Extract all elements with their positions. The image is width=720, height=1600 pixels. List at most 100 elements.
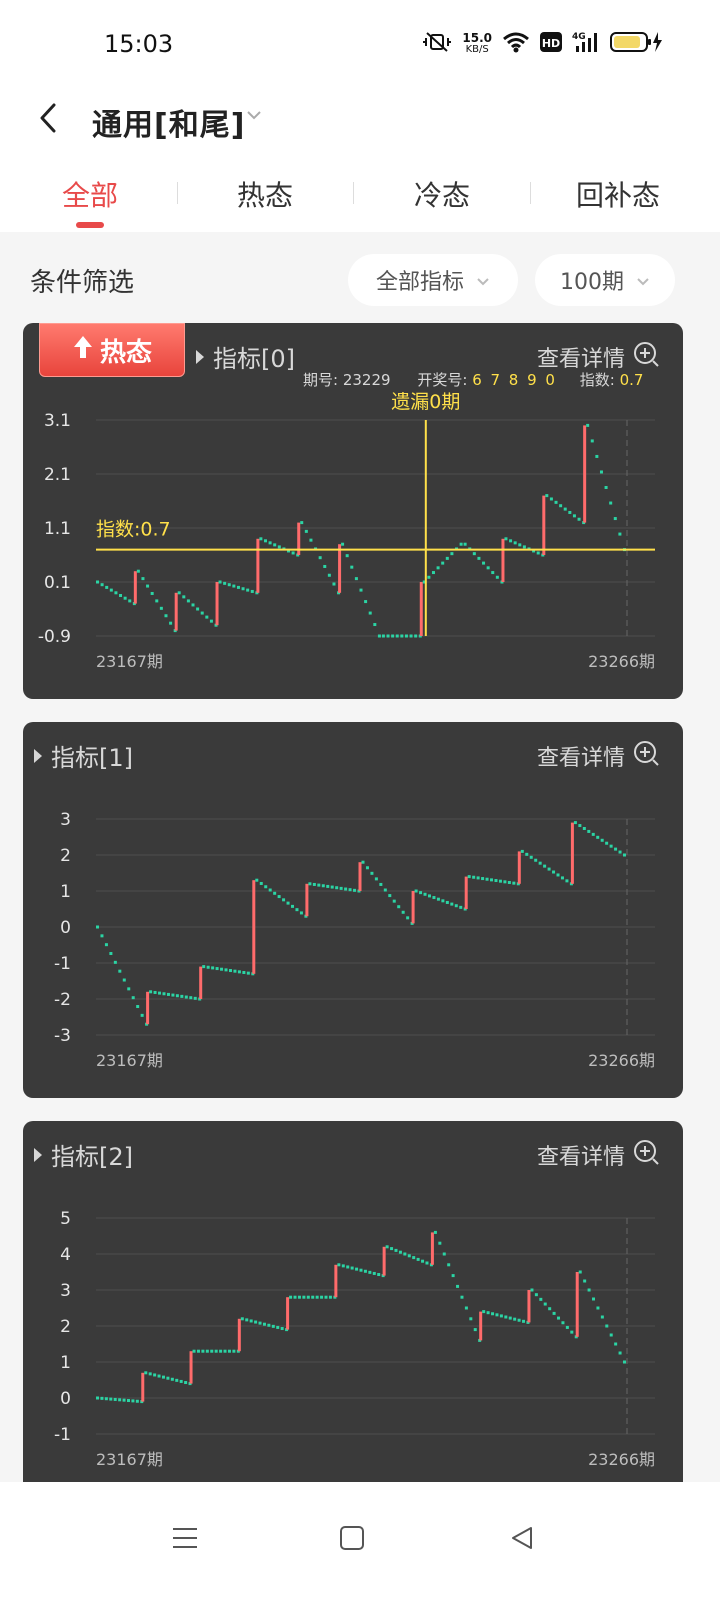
up-bar — [305, 883, 309, 917]
y-tick-label: 0 — [60, 1389, 71, 1409]
y-tick-label: 2 — [60, 1317, 71, 1337]
tab-rebound[interactable]: 回补态 — [528, 174, 708, 214]
step-dot — [509, 539, 513, 543]
panel-title[interactable]: 指标[0] — [195, 339, 295, 374]
step-dot — [136, 1005, 140, 1009]
step-dot — [335, 886, 339, 890]
step-dot — [100, 583, 104, 587]
step-dot — [361, 860, 365, 864]
step-dot — [595, 454, 599, 458]
step-dot — [549, 497, 553, 501]
back-button[interactable] — [28, 96, 68, 144]
y-tick-label: -1 — [54, 1425, 71, 1445]
up-bar — [146, 991, 150, 1025]
step-dot — [236, 585, 240, 589]
step-dot — [344, 887, 348, 891]
step-dot — [445, 556, 449, 560]
tab-all[interactable]: 全部 — [0, 174, 180, 214]
arrow-up-icon — [72, 334, 94, 367]
step-dot — [590, 439, 594, 443]
period-select[interactable]: 100期 — [535, 254, 675, 306]
chevron-down-icon[interactable] — [246, 106, 262, 125]
status-bar: 15:03 15.0 KB/S HD 4G — [0, 0, 720, 88]
tab-hot[interactable]: 热态 — [175, 174, 355, 214]
step-dot — [365, 866, 369, 870]
step-dot — [262, 1322, 266, 1326]
up-bar — [199, 966, 203, 999]
home-square-icon — [339, 1525, 365, 1555]
step-dot — [317, 883, 321, 887]
step-dot — [490, 878, 494, 882]
step-dot — [436, 897, 440, 901]
step-dot — [486, 1311, 490, 1315]
up-bar — [517, 851, 521, 884]
step-dot — [259, 881, 263, 885]
step-dot — [227, 583, 231, 587]
step-dot — [491, 571, 495, 575]
step-dot — [554, 500, 558, 504]
step-dot — [337, 1263, 341, 1267]
step-dot — [556, 873, 560, 877]
step-dot — [609, 501, 613, 505]
home-nav-button[interactable] — [322, 1510, 382, 1570]
step-dot — [604, 486, 608, 489]
step-dot — [596, 835, 600, 839]
step-dot — [377, 1273, 381, 1277]
step-dot — [431, 571, 435, 575]
step-dot — [96, 925, 99, 929]
step-dot — [618, 850, 622, 854]
step-dot — [543, 864, 547, 868]
step-dot — [587, 1288, 591, 1292]
tab-cold[interactable]: 冷态 — [352, 174, 532, 214]
view-detail-button[interactable]: 查看详情 — [537, 740, 659, 772]
filter-row: 条件筛选 全部指标 100期 — [0, 232, 720, 320]
step-dot — [109, 952, 113, 956]
view-detail-button[interactable]: 查看详情 — [537, 1139, 659, 1171]
y-tick-label: -2 — [54, 990, 71, 1010]
step-dot — [414, 889, 418, 893]
step-dot — [118, 1398, 122, 1402]
page-title[interactable]: 通用[和尾] — [92, 100, 245, 144]
up-bar — [430, 1232, 434, 1265]
panel-title-text: 指标[2] — [51, 1143, 133, 1171]
step-dot — [441, 561, 445, 565]
x-end-label: 23266期 — [588, 1450, 655, 1469]
step-dot — [171, 993, 175, 997]
step-dot — [153, 1373, 157, 1377]
step-dot — [113, 960, 117, 964]
step-dot — [210, 1349, 214, 1353]
step-dot — [481, 877, 485, 881]
y-tick-label: 4 — [60, 1245, 71, 1265]
menu-nav-button[interactable] — [155, 1510, 215, 1570]
up-bar — [252, 880, 256, 974]
up-bar — [358, 862, 362, 891]
step-dot — [246, 971, 250, 975]
step-dot — [341, 542, 345, 546]
indicator-select[interactable]: 全部指标 — [348, 254, 518, 306]
up-bar — [479, 1311, 483, 1341]
step-dot — [166, 1376, 170, 1380]
step-dot — [164, 614, 168, 618]
status-icons: 15.0 KB/S HD 4G — [422, 30, 664, 58]
step-dot — [450, 552, 454, 556]
step-dot — [518, 543, 522, 547]
panel-title[interactable]: 指标[2] — [33, 1137, 133, 1172]
step-dot — [169, 621, 173, 625]
step-dot — [591, 832, 595, 836]
step-dot — [596, 1306, 600, 1310]
step-dot — [304, 529, 308, 533]
step-dot — [131, 1399, 135, 1403]
step-dot — [395, 634, 399, 638]
step-dot — [600, 1315, 604, 1319]
step-dot — [282, 898, 286, 902]
step-dot — [565, 879, 569, 883]
step-dot — [332, 582, 336, 586]
info-draw-label: 开奖号: — [417, 371, 468, 389]
step-dot — [494, 879, 498, 883]
step-dot — [323, 564, 327, 568]
net-speed: 15.0 KB/S — [462, 32, 492, 56]
step-dot — [498, 879, 502, 883]
back-nav-button[interactable] — [492, 1510, 552, 1570]
step-dot — [605, 841, 609, 845]
panel-title[interactable]: 指标[1] — [33, 738, 133, 773]
